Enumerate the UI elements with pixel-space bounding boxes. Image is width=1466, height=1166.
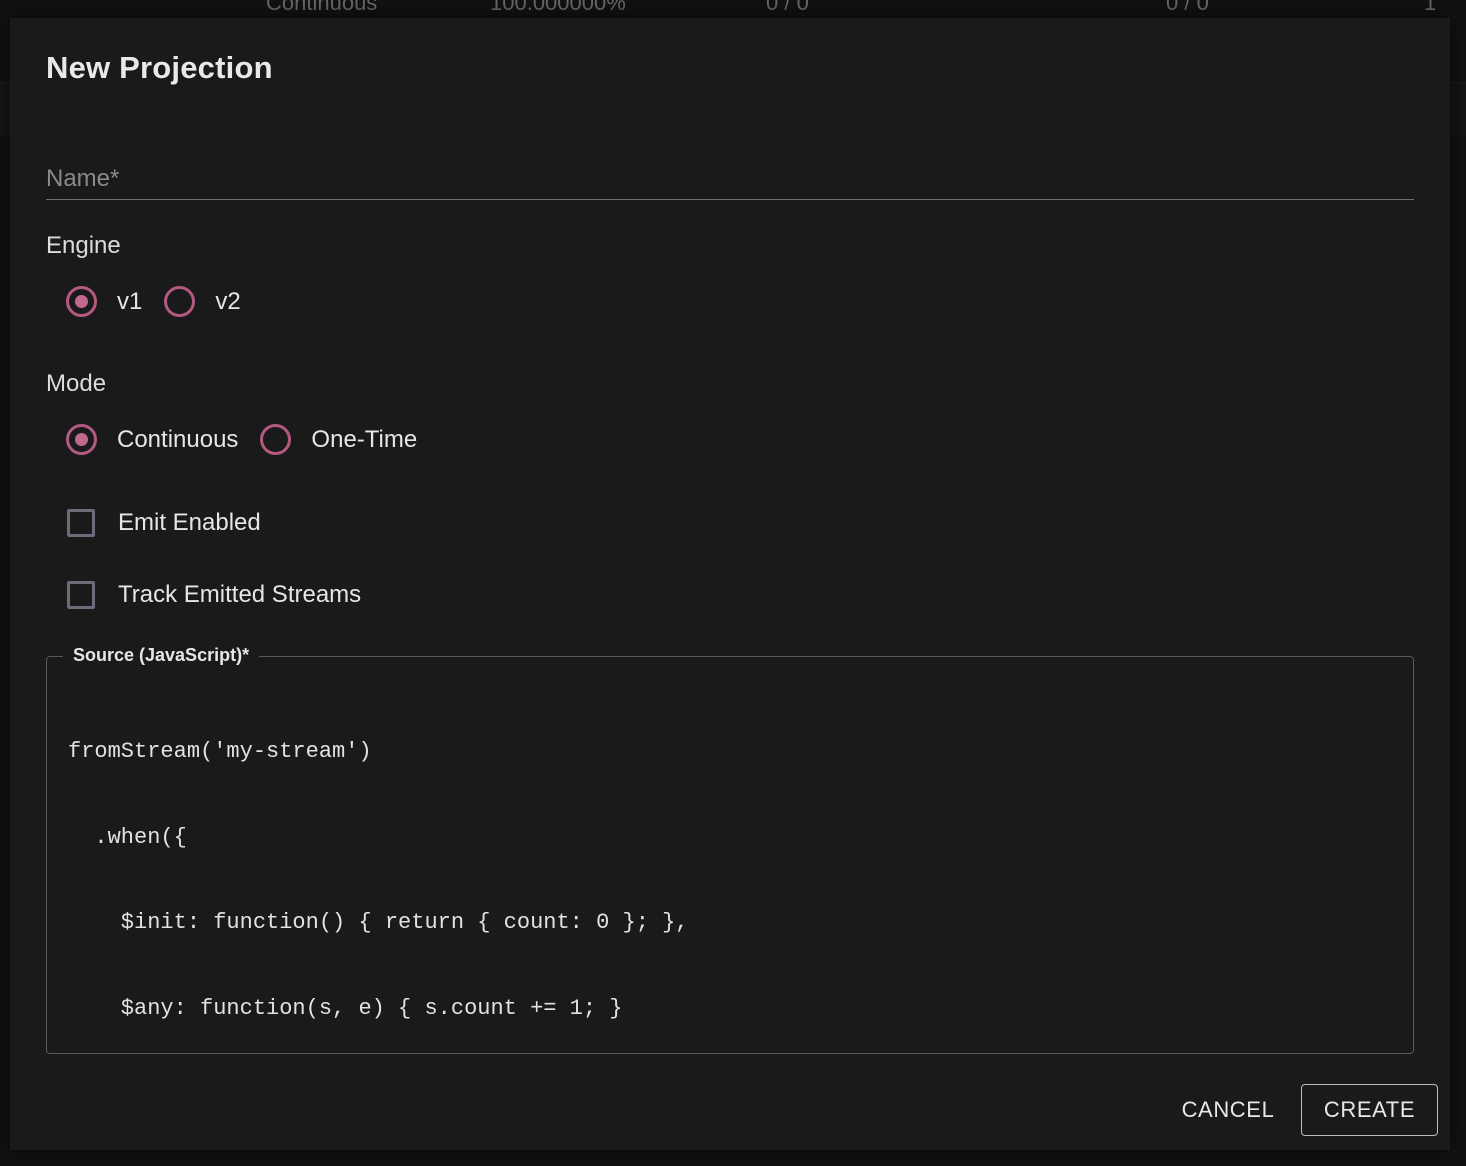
radio-dot-icon [75,433,88,446]
radio-checked-icon[interactable] [66,424,97,455]
background-cell-progress: 100.000000% [490,0,626,15]
mode-option-one-time-label: One-Time [311,425,418,453]
emit-enabled-label: Emit Enabled [118,509,261,536]
code-line: $any: function(s, e) { s.count += 1; } [68,995,623,1021]
engine-option-v2[interactable]: v2 [164,286,241,317]
engine-radio-group: v1 v2 [66,286,263,317]
code-line: $init: function() { return { count: 0 };… [68,910,689,935]
source-editor[interactable]: Source (JavaScript)* fromStream('my-stre… [46,645,1414,1054]
track-emitted-streams-checkbox[interactable]: Track Emitted Streams [67,581,361,609]
mode-radio-group: Continuous One-Time [66,424,439,455]
cancel-button[interactable]: CANCEL [1160,1084,1296,1136]
name-input[interactable] [46,158,1414,199]
radio-unchecked-icon[interactable] [164,286,196,317]
emit-enabled-checkbox[interactable]: Emit Enabled [67,509,261,537]
code-line: fromStream('my-stream') [68,739,372,764]
background-cell-mode: Continuous [266,0,378,15]
mode-option-continuous-label: Continuous [117,425,239,453]
radio-unchecked-icon[interactable] [260,424,292,455]
mode-option-continuous[interactable]: Continuous [66,424,238,455]
checkbox-unchecked-icon[interactable] [67,581,95,609]
mode-label: Mode [46,370,107,397]
name-field[interactable] [46,158,1414,200]
background-cell-count-b: 0 / 0 [1166,0,1209,15]
radio-checked-icon[interactable] [66,286,97,317]
radio-dot-icon [75,295,88,308]
checkbox-unchecked-icon[interactable] [67,509,95,537]
dialog-title: New Projection [46,50,273,85]
background-cell-count-a: 0 / 0 [766,0,809,15]
engine-label: Engine [46,232,121,259]
engine-option-v1[interactable]: v1 [66,286,142,317]
track-emitted-streams-label: Track Emitted Streams [118,581,362,608]
source-code-area[interactable]: fromStream('my-stream') .when({ $init: f… [68,681,1393,1033]
source-label: Source (JavaScript)* [63,645,260,666]
new-projection-dialog: New Projection Engine v1 v2 Mode Continu… [10,18,1450,1150]
background-table-row: Continuous 100.000000% 0 / 0 0 / 0 1 [0,0,1466,18]
engine-option-v1-label: v1 [117,287,143,315]
code-line: .when({ [68,824,187,850]
create-button[interactable]: CREATE [1301,1084,1438,1136]
engine-option-v2-label: v2 [215,287,241,315]
mode-option-one-time[interactable]: One-Time [260,424,417,455]
background-cell-extra: 1 [1424,0,1437,15]
